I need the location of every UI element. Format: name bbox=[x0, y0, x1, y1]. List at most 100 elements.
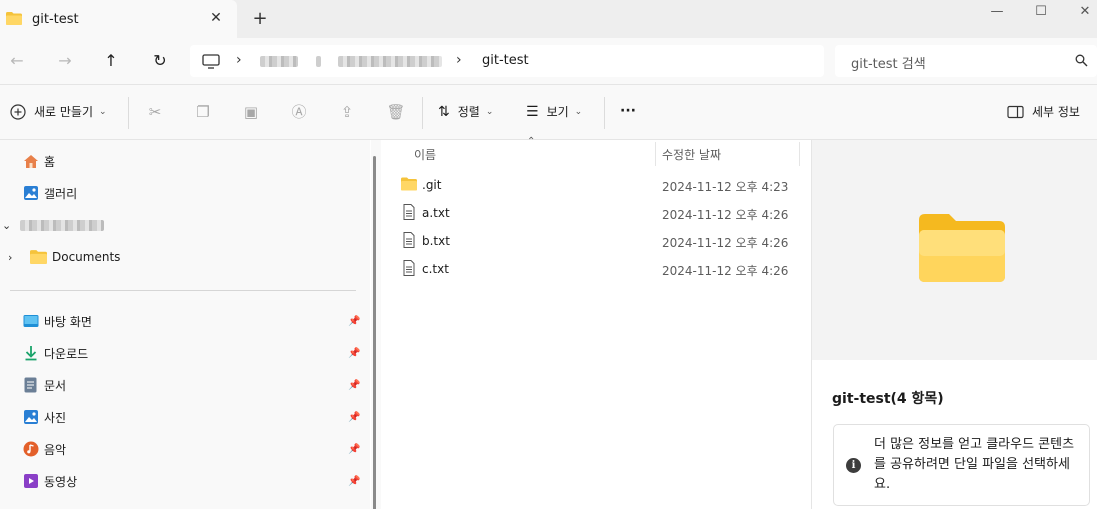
chevron-down-icon: ⌄ bbox=[99, 106, 107, 117]
pin-icon[interactable]: 📌 bbox=[348, 412, 360, 423]
more-icon: ··· bbox=[620, 103, 636, 119]
sidebar-item-videos[interactable]: 동영상 📌 bbox=[0, 469, 365, 493]
add-circle-icon bbox=[10, 103, 26, 120]
rename-icon[interactable]: Ⓐ bbox=[289, 102, 309, 122]
desktop-icon bbox=[22, 313, 39, 330]
copy-icon[interactable]: ❐ bbox=[193, 102, 213, 122]
sidebar-item-downloads[interactable]: 다운로드 📌 bbox=[0, 341, 365, 365]
maximize-button[interactable]: ☐ bbox=[1029, 4, 1053, 19]
pin-icon[interactable]: 📌 bbox=[348, 380, 360, 391]
sort-ascending-icon: ⌃ bbox=[527, 136, 536, 147]
redacted-breadcrumb[interactable] bbox=[260, 56, 298, 67]
details-pane-icon bbox=[1007, 105, 1024, 118]
sidebar-scrollbar[interactable] bbox=[371, 140, 381, 509]
document-icon bbox=[22, 377, 39, 394]
sidebar-item-gallery[interactable]: 갤러리 bbox=[0, 181, 365, 205]
details-pane-button[interactable]: 세부 정보 bbox=[1007, 103, 1080, 120]
file-name: c.txt bbox=[422, 262, 449, 276]
this-pc-icon bbox=[202, 54, 220, 69]
chevron-down-icon[interactable]: ⌄ bbox=[2, 219, 11, 232]
divider bbox=[422, 97, 423, 129]
details-pane-label: 세부 정보 bbox=[1032, 105, 1080, 119]
divider bbox=[128, 97, 129, 129]
file-date: 2024-11-12 오후 4:26 bbox=[662, 208, 789, 222]
sidebar-item-music[interactable]: 음악 📌 bbox=[0, 437, 365, 461]
forward-button[interactable]: → bbox=[54, 50, 76, 72]
sidebar-item-label: 사진 bbox=[44, 410, 67, 425]
divider bbox=[604, 97, 605, 129]
breadcrumb-current[interactable]: git-test bbox=[482, 53, 529, 68]
tab-git-test[interactable]: git-test ✕ bbox=[0, 0, 237, 38]
column-divider[interactable] bbox=[799, 142, 800, 166]
sort-button[interactable]: ⇅ 정렬 ⌄ bbox=[438, 103, 493, 120]
details-title: git-test(4 항목) bbox=[832, 391, 944, 407]
chevron-down-icon: ⌄ bbox=[485, 106, 494, 117]
file-date: 2024-11-12 오후 4:26 bbox=[662, 264, 789, 278]
folder-icon bbox=[6, 12, 22, 25]
preview-area bbox=[812, 140, 1097, 360]
sidebar-item-redacted[interactable]: ⌄ bbox=[0, 213, 365, 237]
navigation-bar: ← → ↑ ↻ › › git-test git-test 검색 bbox=[0, 38, 1097, 85]
search-placeholder: git-test 검색 bbox=[851, 57, 926, 72]
address-bar[interactable]: › › git-test bbox=[190, 45, 824, 77]
sidebar-item-home[interactable]: 홈 bbox=[0, 149, 365, 173]
more-options-button[interactable]: ··· bbox=[620, 103, 636, 119]
pin-icon[interactable]: 📌 bbox=[348, 476, 360, 487]
window-close-button[interactable]: ✕ bbox=[1073, 4, 1097, 19]
text-file-icon bbox=[403, 232, 415, 248]
delete-icon[interactable]: 🗑 bbox=[386, 102, 406, 122]
sidebar-item-desktop[interactable]: 바탕 화면 📌 bbox=[0, 309, 365, 333]
column-header-modified[interactable]: 수정한 날짜 bbox=[662, 146, 721, 163]
sidebar-item-label: Documents bbox=[52, 250, 121, 264]
column-divider[interactable] bbox=[655, 142, 656, 166]
pin-icon[interactable]: 📌 bbox=[348, 444, 360, 455]
gallery-icon bbox=[22, 185, 39, 202]
file-date: 2024-11-12 오후 4:23 bbox=[662, 180, 789, 194]
new-tab-button[interactable]: + bbox=[250, 8, 270, 29]
scrollbar-thumb[interactable] bbox=[373, 156, 376, 509]
tab-title: git-test bbox=[32, 12, 79, 27]
sort-button-label: 정렬 bbox=[457, 105, 480, 119]
chevron-right-icon[interactable]: › bbox=[8, 251, 12, 264]
redacted-label bbox=[20, 220, 104, 231]
sidebar-item-label: 다운로드 bbox=[44, 346, 89, 361]
sidebar-item-label: 갤러리 bbox=[44, 186, 78, 201]
sidebar-item-documents-folder[interactable]: › Documents bbox=[0, 245, 365, 269]
large-folder-icon bbox=[919, 214, 1005, 282]
file-row[interactable]: .git 2024-11-12 오후 4:23 bbox=[389, 170, 809, 198]
paste-icon[interactable]: ▣ bbox=[241, 102, 261, 122]
column-header-name[interactable]: 이름 bbox=[414, 146, 436, 163]
folder-icon bbox=[401, 177, 417, 191]
redacted-breadcrumb bbox=[316, 56, 321, 67]
view-button[interactable]: ☰ 보기 ⌄ bbox=[526, 103, 582, 120]
cut-icon[interactable]: ✂ bbox=[145, 102, 165, 122]
new-button-label: 새로 만들기 bbox=[34, 105, 94, 119]
breadcrumb-separator: › bbox=[236, 52, 242, 68]
sidebar-item-documents[interactable]: 문서 📌 bbox=[0, 373, 365, 397]
file-name: a.txt bbox=[422, 206, 450, 220]
tab-close-button[interactable]: ✕ bbox=[208, 10, 224, 26]
file-row[interactable]: c.txt 2024-11-12 오후 4:26 bbox=[389, 254, 809, 282]
info-icon: i bbox=[846, 458, 861, 473]
search-box[interactable]: git-test 검색 bbox=[835, 45, 1097, 77]
share-icon[interactable]: ⇪ bbox=[337, 102, 357, 122]
sort-icon: ⇅ bbox=[438, 103, 450, 120]
file-row[interactable]: a.txt 2024-11-12 오후 4:26 bbox=[389, 198, 809, 226]
sidebar-item-label: 음악 bbox=[44, 442, 67, 457]
pictures-icon bbox=[22, 409, 39, 426]
file-date: 2024-11-12 오후 4:26 bbox=[662, 236, 789, 250]
back-button[interactable]: ← bbox=[6, 50, 28, 72]
up-button[interactable]: ↑ bbox=[100, 50, 122, 72]
sidebar-item-pictures[interactable]: 사진 📌 bbox=[0, 405, 365, 429]
new-button[interactable]: 새로 만들기 ⌄ bbox=[10, 103, 107, 120]
sidebar-item-label: 바탕 화면 bbox=[44, 314, 92, 329]
pin-icon[interactable]: 📌 bbox=[348, 348, 360, 359]
pin-icon[interactable]: 📌 bbox=[348, 316, 360, 327]
download-icon bbox=[22, 345, 39, 362]
refresh-button[interactable]: ↻ bbox=[149, 50, 171, 72]
file-row[interactable]: b.txt 2024-11-12 오후 4:26 bbox=[389, 226, 809, 254]
sidebar-item-label: 문서 bbox=[44, 378, 67, 393]
music-icon bbox=[22, 441, 39, 458]
minimize-button[interactable]: — bbox=[985, 4, 1009, 19]
redacted-breadcrumb[interactable] bbox=[338, 56, 442, 67]
